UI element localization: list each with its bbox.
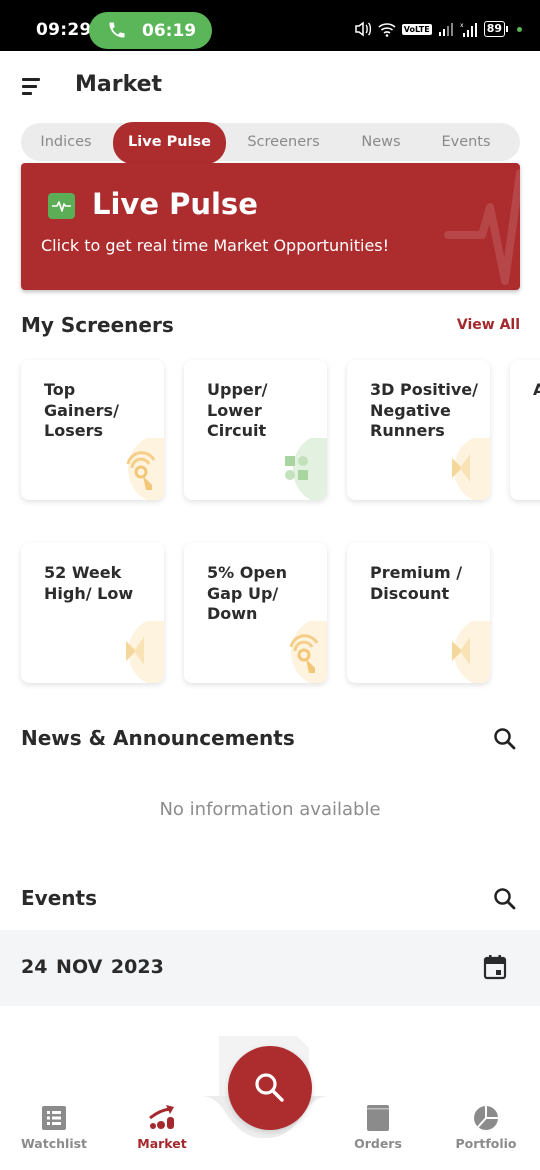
- tab-indices[interactable]: Indices: [26, 123, 106, 161]
- privacy-dot: [517, 26, 522, 32]
- news-title: News & Announcements: [21, 726, 295, 750]
- wifi-icon: [378, 23, 396, 37]
- tab-bar: Indices Live Pulse Screeners News Events: [21, 122, 520, 164]
- banner-subtitle: Click to get real time Market Opportunit…: [41, 236, 390, 255]
- signal-icon-2: x: [460, 22, 477, 37]
- nav-watchlist[interactable]: Watchlist: [9, 1104, 99, 1151]
- event-date-bar: 24 NOV 2023: [0, 930, 540, 1006]
- card-label: 3D Positive/ Negative Runners: [370, 380, 478, 440]
- calendar-icon[interactable]: [483, 954, 507, 980]
- bowtie-icon: [126, 621, 164, 683]
- events-title: Events: [21, 886, 97, 910]
- tab-news[interactable]: News: [346, 123, 416, 161]
- volume-icon: [354, 21, 371, 37]
- market-trend-icon: [149, 1105, 174, 1129]
- card-label: 52 Week High/ Low: [44, 563, 134, 603]
- app-header: Market: [0, 51, 540, 121]
- screener-card-3d-runners[interactable]: 3D Positive/ Negative Runners: [347, 360, 490, 500]
- search-icon: [494, 728, 516, 750]
- pulse-icon: [48, 193, 75, 219]
- tab-live-pulse[interactable]: Live Pulse: [113, 122, 226, 164]
- banner-title: Live Pulse: [92, 187, 258, 221]
- menu-icon[interactable]: [22, 78, 44, 96]
- bowtie-icon: [452, 621, 490, 683]
- ongoing-call-chip[interactable]: 06:19: [89, 12, 212, 49]
- tab-screeners[interactable]: Screeners: [236, 123, 331, 161]
- pie-chart-icon: [474, 1106, 498, 1130]
- pulse-wave-decoration: [444, 169, 520, 285]
- screener-card-upper-lower-circuit[interactable]: Upper/ Lower Circuit: [184, 360, 327, 500]
- grid-icon: [285, 438, 327, 500]
- nav-orders[interactable]: Orders: [333, 1104, 423, 1151]
- nav-label: Orders: [354, 1136, 402, 1151]
- card-label: Premium / Discount: [370, 563, 463, 603]
- nav-portfolio[interactable]: Portfolio: [441, 1104, 531, 1151]
- card-label: 5% Open Gap Up/ Down: [207, 563, 288, 623]
- screener-card-top-gainers[interactable]: Top Gainers/ Losers: [21, 360, 164, 500]
- status-time: 09:29: [36, 20, 92, 40]
- status-icons: VoLTE x 89: [354, 18, 522, 40]
- event-date: 24 NOV 2023: [21, 956, 164, 978]
- bottom-nav: Watchlist Market Orders Portfolio: [0, 1080, 540, 1170]
- search-icon: [494, 888, 516, 910]
- touch-icon: [126, 438, 164, 500]
- card-label: A D: [533, 380, 540, 399]
- screener-card-partial[interactable]: A D: [510, 360, 540, 500]
- nav-label: Watchlist: [20, 1136, 88, 1151]
- view-all-link[interactable]: View All: [457, 317, 520, 333]
- nav-label: Portfolio: [455, 1136, 517, 1151]
- screeners-title: My Screeners: [21, 313, 174, 337]
- status-bar: 09:29 06:19 VoLTE x 89: [0, 0, 540, 51]
- signal-icon: [438, 23, 453, 36]
- orders-book-icon: [367, 1105, 389, 1131]
- card-label: Top Gainers/ Losers: [44, 380, 119, 440]
- battery-indicator: 89: [483, 21, 509, 37]
- news-search-button[interactable]: [492, 726, 518, 752]
- call-timer: 06:19: [142, 21, 197, 41]
- phone-icon: [109, 22, 125, 38]
- screener-card-premium-discount[interactable]: Premium / Discount: [347, 543, 490, 683]
- screener-card-open-gap[interactable]: 5% Open Gap Up/ Down: [184, 543, 327, 683]
- live-pulse-banner[interactable]: Live Pulse Click to get real time Market…: [21, 163, 520, 290]
- screener-card-52-week[interactable]: 52 Week High/ Low: [21, 543, 164, 683]
- tab-events[interactable]: Events: [426, 123, 506, 161]
- bowtie-icon: [452, 438, 490, 500]
- nav-market[interactable]: Market: [117, 1104, 207, 1151]
- news-empty-state: No information available: [159, 799, 381, 820]
- svg-text:x: x: [460, 22, 464, 29]
- page-title: Market: [75, 72, 163, 97]
- nav-label: Market: [137, 1136, 187, 1151]
- card-label: Upper/ Lower Circuit: [207, 380, 268, 440]
- events-search-button[interactable]: [492, 886, 518, 912]
- volte-badge: VoLTE: [401, 23, 432, 35]
- list-icon: [42, 1106, 66, 1130]
- touch-icon: [289, 621, 327, 683]
